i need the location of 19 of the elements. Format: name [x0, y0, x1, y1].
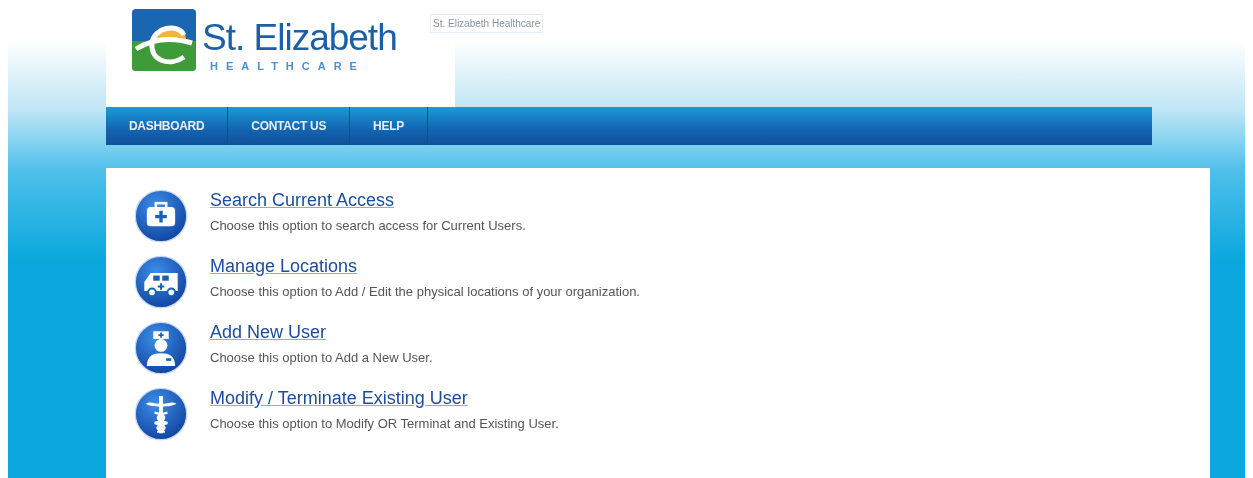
image-alt-text: St. Elizabeth Healthcare: [430, 14, 544, 33]
option-link[interactable]: Manage Locations: [210, 256, 358, 278]
option-link[interactable]: Modify / Terminate Existing User: [210, 388, 468, 410]
doctor-icon[interactable]: [134, 321, 188, 375]
option-description: Choose this option to Add a New User.: [210, 349, 433, 367]
logo-tagline: HEALTHCARE: [210, 59, 366, 74]
nav-link[interactable]: CONTACT US: [228, 107, 351, 145]
option-description: Choose this option to Add / Edit the physical locations of your organization.: [210, 283, 640, 301]
nav-link[interactable]: HELP: [350, 107, 428, 145]
logo-name: St. Elizabeth: [202, 19, 397, 56]
option-link[interactable]: Search Current Access: [210, 190, 395, 212]
option-description: Choose this option to Modify OR Terminat and Existing User.: [210, 415, 559, 433]
caduceus-icon[interactable]: [134, 387, 188, 441]
option-description: Choose this option to search access for Current Users.: [210, 217, 526, 235]
logo-icon: [132, 9, 196, 71]
medkit-icon[interactable]: [134, 189, 188, 243]
option-link[interactable]: Add New User: [210, 322, 327, 344]
nav-link[interactable]: DASHBOARD: [106, 107, 229, 145]
ambulance-icon[interactable]: [134, 255, 188, 309]
